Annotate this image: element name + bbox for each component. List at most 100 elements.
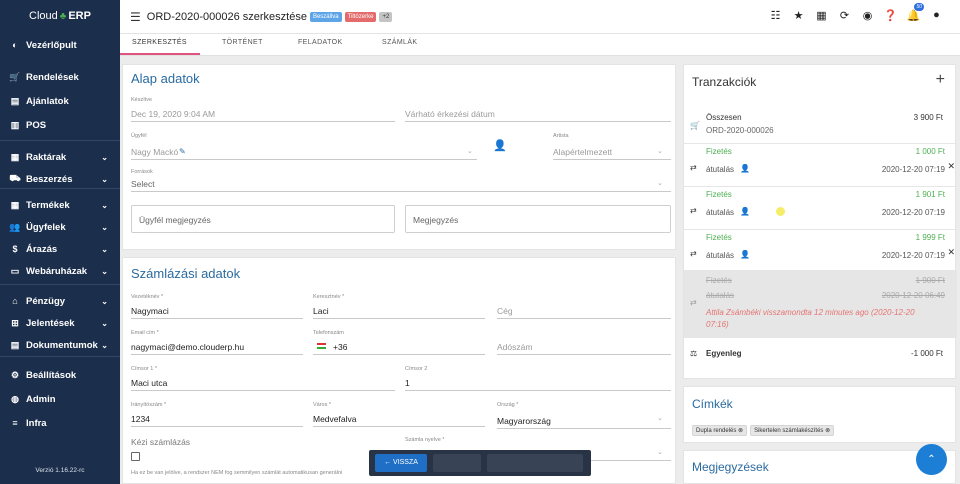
sidebar-item-label: Webáruházak: [26, 265, 88, 277]
edit-icon[interactable]: ✎: [179, 147, 186, 156]
sidebar-item[interactable]: 👥 Ügyfelek ⌄: [0, 216, 120, 238]
manual-billing-checkbox[interactable]: [131, 452, 140, 461]
list-icon: ≡: [12, 418, 18, 428]
zip-input[interactable]: 1234: [131, 414, 150, 424]
leaf-icon: ♣: [59, 10, 67, 22]
close-icon[interactable]: ✕: [947, 161, 955, 172]
chevron-down-icon[interactable]: ⌄: [657, 179, 663, 187]
balance-value: -1 000 Ft: [910, 349, 943, 358]
tab-tasks[interactable]: FELADATOK: [298, 39, 343, 46]
lastname-input[interactable]: Nagymaci: [131, 306, 169, 316]
transaction-row: ⇄ Fizetés 1 000 Ft átutalás 👤 2020-12-20 07:1…: [684, 147, 957, 187]
sidebar-item[interactable]: ◍ Admin: [0, 388, 120, 410]
sidebar-item[interactable]: ▤ Dokumentumok ⌄: [0, 334, 120, 356]
customer-select[interactable]: Nagy Mackó: [131, 147, 178, 157]
sidebar-item-label: Rendelések: [26, 71, 79, 83]
star-icon[interactable]: ★: [787, 9, 810, 22]
sidebar-item[interactable]: ◐ Vezérlőpult: [0, 34, 120, 56]
address2-input[interactable]: 1: [405, 378, 410, 388]
disabled-button: [433, 454, 481, 472]
sidebar-item-label: Infra: [26, 417, 47, 429]
basic-data-card: Alap adatok Készítve Dec 19, 2020 9:04 A…: [122, 64, 676, 250]
firstname-input[interactable]: Laci: [313, 306, 329, 316]
close-icon[interactable]: ✕: [947, 247, 955, 258]
chevron-down-icon[interactable]: ⌄: [657, 448, 663, 456]
sidebar-item[interactable]: ▦ Raktárak ⌄: [0, 146, 120, 168]
cart-icon: 🛒: [690, 121, 700, 130]
barcode-icon: ▥: [10, 119, 20, 130]
chevron-down-icon: ⌄: [101, 244, 108, 254]
sidebar-item[interactable]: $ Árazás ⌄: [0, 238, 120, 260]
flag-hu-icon[interactable]: [317, 343, 326, 349]
status-badge[interactable]: +2: [379, 11, 393, 22]
remove-tag-icon[interactable]: ⊗: [738, 428, 743, 434]
expected-date-input[interactable]: Várható érkezési dátum: [405, 109, 495, 119]
tab-invoices[interactable]: SZÁMLÁK: [382, 39, 417, 46]
divider: [0, 284, 120, 285]
sidebar-item[interactable]: ▤ Ajánlatok: [0, 90, 120, 112]
truck-icon: ⛟: [9, 173, 21, 183]
city-input[interactable]: Medvefalva: [313, 414, 356, 424]
bell-icon[interactable]: 🔔 50: [902, 3, 925, 22]
chevron-down-icon[interactable]: ⌄: [657, 147, 663, 155]
sidebar-item[interactable]: ⛟ Beszerzés ⌄: [0, 168, 120, 190]
balance-icon: ⚖: [690, 349, 698, 358]
sidebar-item-label: Árazás: [26, 243, 58, 255]
add-icon[interactable]: +: [936, 71, 945, 89]
checklist-icon[interactable]: ☷: [764, 9, 787, 22]
divider: [0, 188, 120, 189]
chevron-down-icon: ⌄: [101, 200, 108, 210]
card-title: Címkék: [692, 397, 733, 411]
sidebar-item[interactable]: ⊞ Jelentések ⌄: [0, 312, 120, 334]
company-input[interactable]: Cég: [497, 306, 513, 316]
notes-card: Megjegyzések: [683, 450, 956, 484]
bottom-action-bar: ← VISSZA: [369, 450, 591, 476]
sidebar-item[interactable]: ≡ Infra: [0, 412, 120, 434]
sidebar-item[interactable]: ⌂ Pénzügy ⌄: [0, 290, 120, 312]
sidebar-item[interactable]: ▥ POS: [0, 114, 120, 136]
chevron-down-icon[interactable]: ⌄: [467, 147, 473, 155]
globe-icon[interactable]: ◉: [856, 9, 879, 22]
help-icon[interactable]: ❓: [879, 9, 902, 22]
app-logo[interactable]: Cloud ♣ ERP: [0, 0, 120, 32]
card-title: Megjegyzések: [692, 460, 769, 474]
sidebar-item[interactable]: 🛒 Rendelések: [0, 66, 120, 88]
store-icon: ▭: [10, 265, 20, 276]
email-input[interactable]: nagymaci@demo.clouderp.hu: [131, 342, 244, 352]
refresh-icon[interactable]: ⟳: [833, 9, 856, 22]
user-icon[interactable]: 👤: [493, 139, 507, 152]
sidebar-item-label: Jelentések: [26, 317, 75, 329]
bank-icon: ⌂: [12, 296, 18, 306]
back-button[interactable]: ← VISSZA: [375, 454, 427, 472]
document-icon: ▤: [10, 95, 20, 106]
agent-select[interactable]: Alapértelmezett: [553, 147, 612, 157]
tab-history[interactable]: TÖRTÉNET: [222, 39, 263, 46]
help-text: Ha ez be van jelölve, a rendszer NEM fog…: [131, 470, 343, 476]
account-icon[interactable]: ●: [925, 9, 948, 22]
source-select[interactable]: Select: [131, 179, 155, 189]
sidebar-item-label: Dokumentumok: [26, 339, 98, 351]
tab-edit[interactable]: SZERKESZTÉS: [132, 39, 187, 46]
mouse-cursor: [776, 207, 785, 216]
tag-chip[interactable]: Dupla rendelés ⊗: [692, 425, 748, 436]
notification-count: 50: [914, 3, 924, 11]
address1-input[interactable]: Maci utca: [131, 378, 167, 388]
country-select[interactable]: Magyarország: [497, 416, 551, 426]
sidebar-item[interactable]: ▦ Termékek ⌄: [0, 194, 120, 216]
sidebar-item[interactable]: ⚙ Beállítások: [0, 364, 120, 386]
sidebar-item[interactable]: ▭ Webáruházak ⌄: [0, 260, 120, 282]
remove-tag-icon[interactable]: ⊗: [825, 428, 830, 434]
gear-icon: ⚙: [10, 369, 20, 380]
chevron-up-icon: ⌃: [927, 454, 936, 465]
menu-icon[interactable]: ☰: [130, 10, 141, 24]
chevron-down-icon[interactable]: ⌄: [657, 414, 663, 422]
transfer-icon: ⇄: [690, 206, 697, 215]
tax-number-input[interactable]: Adószám: [497, 342, 532, 352]
scroll-top-button[interactable]: ⌃: [916, 444, 947, 475]
version-label: Verzió 1.16.22-rc: [35, 467, 85, 474]
tag-chip[interactable]: Sikertelen számlakészítés ⊗: [750, 425, 835, 436]
card-title: Számlázási adatok: [131, 266, 241, 281]
building-icon[interactable]: ▦: [810, 9, 833, 22]
user-icon: 👤: [740, 207, 750, 216]
phone-input[interactable]: +36: [333, 342, 347, 352]
